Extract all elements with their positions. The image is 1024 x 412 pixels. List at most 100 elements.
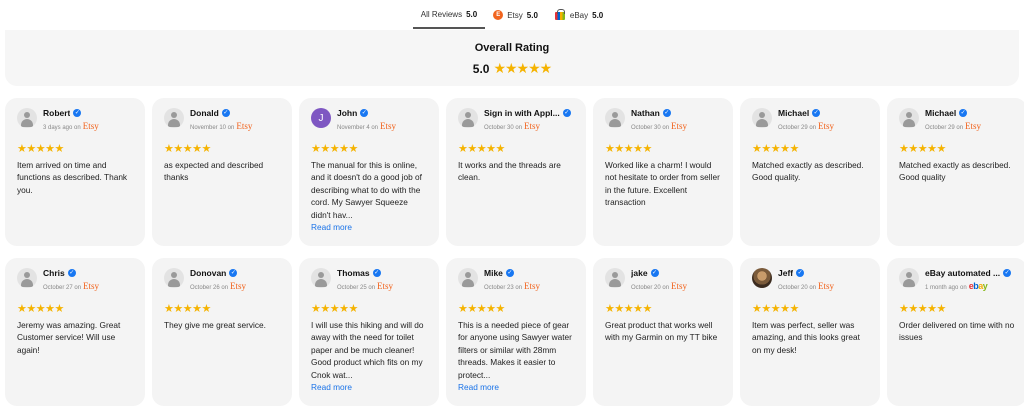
review-date: November 10 on	[190, 125, 235, 131]
verified-badge-icon: ✓	[221, 109, 230, 117]
review-card: Robert ✓ 3 days ago on Etsy ★★★★★ Item arrive…	[5, 98, 145, 246]
star-rating: ★★★★★	[164, 143, 211, 155]
verified-badge-icon: ✓	[73, 109, 82, 117]
review-header: Nathan ✓ October 30 on Etsy	[605, 108, 721, 134]
review-card: J John ✓ November 4 on Etsy ★★★★★ The manual f…	[299, 98, 439, 246]
review-meta: Robert ✓ 3 days ago on Etsy	[43, 108, 99, 131]
reviewer-name-row: John ✓	[337, 108, 396, 118]
review-meta: Thomas ✓ October 25 on Etsy	[337, 268, 393, 291]
review-header: Mike ✓ October 23 on Etsy	[458, 268, 574, 294]
reviewer-name-row: Mike ✓	[484, 268, 540, 278]
review-date: October 26 on	[190, 285, 229, 291]
etsy-logo: Etsy	[524, 281, 541, 291]
avatar	[752, 268, 772, 288]
reviewer-name: Robert	[43, 108, 71, 118]
user-avatar-icon	[899, 268, 919, 288]
star-rating: ★★★★★	[605, 303, 652, 315]
tab-score: 5.0	[592, 10, 604, 20]
etsy-logo: Etsy	[82, 121, 99, 131]
review-text: Great product that works well with my Ga…	[605, 320, 718, 343]
review-meta: Nathan ✓ October 30 on Etsy	[631, 108, 687, 131]
reviewer-name: Nathan	[631, 108, 660, 118]
review-date-row: 3 days ago on Etsy	[43, 121, 99, 131]
reviewer-name: eBay automated ...	[925, 268, 1001, 278]
read-more-link[interactable]: Read more	[311, 222, 427, 232]
review-date-row: November 10 on Etsy	[190, 121, 252, 131]
verified-badge-icon: ✓	[959, 109, 968, 117]
reviewer-name: Chris	[43, 268, 65, 278]
review-card: Michael ✓ October 29 on Etsy ★★★★★ Matched ex…	[740, 98, 880, 246]
review-text: as expected and described thanks	[164, 160, 264, 183]
review-date: October 25 on	[337, 285, 376, 291]
user-avatar-icon	[164, 268, 184, 288]
etsy-logo: Etsy	[380, 121, 397, 131]
review-date-row: October 27 on Etsy	[43, 281, 99, 291]
read-more-link[interactable]: Read more	[311, 382, 427, 392]
reviewer-name-row: Sign in with Appl... ✓	[484, 108, 571, 118]
review-meta: Jeff ✓ October 20 on Etsy	[778, 268, 834, 291]
review-header: Robert ✓ 3 days ago on Etsy	[17, 108, 133, 134]
verified-badge-icon: ✓	[796, 269, 805, 277]
review-date-row: October 29 on Etsy	[778, 121, 834, 131]
review-date-row: October 30 on Etsy	[631, 121, 687, 131]
star-rating: ★★★★★	[17, 303, 64, 315]
review-header: Michael ✓ October 29 on Etsy	[752, 108, 868, 134]
ebay-icon	[554, 9, 566, 20]
verified-badge-icon: ✓	[360, 109, 369, 117]
etsy-logo: Etsy	[236, 121, 253, 131]
review-meta: eBay automated ... ✓ 1 month ago on ebay	[925, 268, 1012, 291]
tab-score: 5.0	[466, 9, 478, 19]
star-rating: ★★★★★	[311, 303, 358, 315]
user-avatar-icon	[17, 268, 37, 288]
user-avatar-icon	[458, 108, 478, 128]
reviewer-name-row: Donovan ✓	[190, 268, 246, 278]
review-date-row: November 4 on Etsy	[337, 121, 396, 131]
review-date: 3 days ago on	[43, 125, 81, 131]
review-date-row: October 26 on Etsy	[190, 281, 246, 291]
star-rating: ★★★★★	[458, 303, 505, 315]
tab-label: Etsy	[507, 10, 523, 20]
review-meta: Mike ✓ October 23 on Etsy	[484, 268, 540, 291]
etsy-logo: Etsy	[671, 121, 688, 131]
user-avatar-icon	[605, 268, 625, 288]
review-date-row: October 20 on Etsy	[778, 281, 834, 291]
reviewer-name: Michael	[778, 108, 810, 118]
reviewer-name-row: Michael ✓	[778, 108, 834, 118]
reviewer-name: Jeff	[778, 268, 794, 278]
tab-all-reviews[interactable]: All Reviews 5.0	[412, 1, 486, 29]
star-rating: ★★★★★	[164, 303, 211, 315]
reviewer-name: Donald	[190, 108, 219, 118]
overall-stars: ★★★★★	[493, 60, 552, 76]
review-header: J John ✓ November 4 on Etsy	[311, 108, 427, 134]
review-date: November 4 on	[337, 125, 379, 131]
user-avatar-icon	[17, 108, 37, 128]
star-rating: ★★★★★	[752, 303, 799, 315]
user-avatar-icon	[311, 268, 331, 288]
review-date: October 29 on	[925, 125, 964, 131]
review-text: Jeremy was amazing. Great Customer servi…	[17, 320, 121, 355]
review-text: Item arrived on time and functions as de…	[17, 160, 128, 195]
review-header: Donovan ✓ October 26 on Etsy	[164, 268, 280, 294]
tab-ebay[interactable]: eBay 5.0	[546, 1, 611, 29]
etsy-logo: Etsy	[818, 121, 835, 131]
star-rating: ★★★★★	[899, 143, 946, 155]
verified-badge-icon: ✓	[562, 109, 571, 117]
verified-badge-icon: ✓	[650, 269, 659, 277]
overall-rating-line: 5.0 ★★★★★	[5, 60, 1019, 77]
verified-badge-icon: ✓	[1003, 269, 1012, 277]
read-more-link[interactable]: Read more	[458, 382, 574, 392]
star-rating: ★★★★★	[311, 143, 358, 155]
review-date-row: October 29 on Etsy	[925, 121, 981, 131]
review-text: The manual for this is online, and it do…	[311, 160, 422, 220]
review-card: Chris ✓ October 27 on Etsy ★★★★★ Jeremy was a…	[5, 258, 145, 406]
reviewer-name-row: eBay automated ... ✓	[925, 268, 1012, 278]
etsy-logo: Etsy	[230, 281, 247, 291]
review-date: 1 month ago on	[925, 285, 967, 291]
tab-score: 5.0	[526, 10, 538, 20]
review-date-row: 1 month ago on ebay	[925, 281, 1011, 291]
tab-etsy[interactable]: E Etsy 5.0	[485, 1, 546, 29]
star-rating: ★★★★★	[605, 143, 652, 155]
overall-rating-panel: Overall Rating 5.0 ★★★★★	[5, 30, 1019, 86]
review-date: October 23 on	[484, 285, 523, 291]
ebay-logo: ebay	[968, 281, 988, 291]
